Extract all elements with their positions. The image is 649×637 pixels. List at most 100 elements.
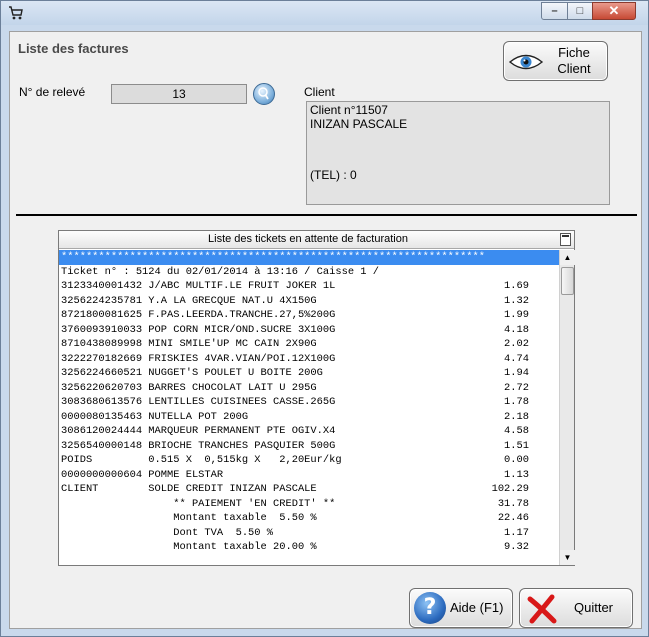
ticket-row-amount: 1.32 [504,294,529,307]
ticket-row-amount: 4.74 [504,352,529,365]
releve-label: N° de relevé [19,85,86,99]
ticket-row[interactable]: 3086120024444 MARQUEUR PERMANENT PTE OGI… [59,424,559,439]
ticket-row-amount: 1.13 [504,468,529,481]
tickets-list-header: Liste des tickets en attente de facturat… [59,231,574,249]
ticket-row[interactable]: Dont TVA 5.50 % 1.17 [59,526,559,541]
ticket-row-text: Dont TVA 5.50 % [61,526,274,539]
scroll-down-icon[interactable]: ▼ [560,550,575,565]
vertical-scrollbar[interactable]: ▲ ▼ [559,250,575,565]
client-label: Client [304,85,335,99]
app-window: – □ ✕ Liste des factures Fiche Client N°… [0,0,649,637]
ticket-row-text: 0000000000604 POMME ELSTAR [61,468,224,481]
ticket-row-amount: 0.00 [504,454,529,466]
ticket-row-amount: 1.94 [504,367,529,379]
title-bar: – □ ✕ [1,1,648,25]
ticket-row[interactable]: 3256224235781 Y.A LA GRECQUE NAT.U 4X150… [59,294,559,309]
ticket-row-amount: 4.58 [504,425,529,437]
maximize-icon: □ [576,5,584,17]
fiche-client-button[interactable]: Fiche Client [503,41,608,81]
releve-field[interactable]: 13 [111,84,247,104]
page-title: Liste des factures [18,41,129,56]
client-number: Client n°11507 [310,103,388,117]
ticket-row[interactable]: ** PAIEMENT 'EN CREDIT' ** 31.78 [59,497,559,512]
quitter-button[interactable]: Quitter [519,588,633,628]
ticket-row[interactable]: 3256540000148 BRIOCHE TRANCHES PASQUIER … [59,439,559,454]
ticket-row-amount: 9.32 [504,541,529,553]
fiche-client-label: Fiche Client [544,45,604,77]
tickets-rows: ****************************************… [59,250,559,565]
ticket-row[interactable]: 3256220620703 BARRES CHOCOLAT LAIT U 295… [59,381,559,396]
ticket-row-text: ****************************************… [61,251,486,263]
maximize-button[interactable]: □ [567,2,593,20]
dialog-body: Liste des factures Fiche Client N° de re… [9,31,642,629]
ticket-row-amount: 1.78 [504,396,529,408]
ticket-row[interactable]: Montant taxable 20.00 % 9.32 [59,540,559,555]
client-info-box: Client n°11507 INIZAN PASCALE (TEL) : 0 [306,101,610,205]
ticket-row[interactable]: 8721800081625 F.PAS.LEERDA.TRANCHE.27,5%… [59,308,559,323]
ticket-row[interactable]: 3083680613576 LENTILLES CUISINEES CASSE.… [59,395,559,410]
ticket-row-amount: 2.02 [504,338,529,350]
ticket-row-text: 3760093910033 POP CORN MICR/OND.SUCRE 3X… [61,323,336,336]
ticket-row[interactable]: 0000000000604 POMME ELSTAR 1.13 [59,468,559,483]
aide-button[interactable]: ? Aide (F1) [409,588,513,628]
fiche-client-label-line1: Fiche [558,45,590,60]
ticket-row-text: ** PAIEMENT 'EN CREDIT' ** [61,497,336,510]
column-picker-icon[interactable] [560,233,571,246]
ticket-row[interactable]: Montant taxable 5.50 % 22.46 [59,511,559,526]
ticket-row-text: Ticket n° : 5124 du 02/01/2014 à 13:16 /… [61,265,380,278]
ticket-row-amount: 4.18 [504,323,529,336]
aide-label: Aide (F1) [450,600,504,615]
ticket-row[interactable]: Ticket n° : 5124 du 02/01/2014 à 13:16 /… [59,265,559,280]
separator-line [16,214,637,216]
cart-icon [9,6,23,20]
ticket-row[interactable]: CLIENT SOLDE CREDIT INIZAN PASCALE 102.29 [59,482,559,497]
ticket-row-amount: 1.99 [504,309,529,321]
ticket-row-text: 3256220620703 BARRES CHOCOLAT LAIT U 295… [61,381,317,394]
ticket-row[interactable]: 3256224660521 NUGGET'S POULET U BOITE 20… [59,366,559,381]
ticket-row[interactable]: 0000080135463 NUTELLA POT 200G 2.18 [59,410,559,425]
client-tel: (TEL) : 0 [310,168,357,182]
ticket-row-amount: 31.78 [497,497,529,510]
magnifier-icon [258,87,269,100]
search-releve-button[interactable] [253,83,275,105]
ticket-row-amount: 2.72 [504,381,529,394]
tickets-list[interactable]: Liste des tickets en attente de facturat… [58,230,575,566]
cross-icon [527,594,557,624]
quitter-label: Quitter [574,600,614,615]
ticket-row-text: 0000080135463 NUTELLA POT 200G [61,410,249,423]
ticket-row[interactable]: 8710438089998 MINI SMILE'UP MC CAIN 2X90… [59,337,559,352]
close-icon: ✕ [608,3,620,18]
ticket-row[interactable]: 3123340001432 J/ABC MULTIF.LE FRUIT JOKE… [59,279,559,294]
ticket-row-text: Montant taxable 5.50 % [61,512,317,524]
ticket-row-amount: 1.51 [504,439,529,452]
ticket-row-text: CLIENT SOLDE CREDIT INIZAN PASCALE [61,483,317,495]
ticket-row-text: 3256224235781 Y.A LA GRECQUE NAT.U 4X150… [61,294,317,307]
ticket-row-amount: 2.18 [504,410,529,423]
client-name: INIZAN PASCALE [310,117,408,131]
ticket-row-amount: 1.69 [504,280,529,292]
scroll-up-icon[interactable]: ▲ [560,250,575,265]
ticket-row-amount: 102.29 [491,483,529,495]
ticket-row-text: 3222270182669 FRISKIES 4VAR.VIAN/POI.12X… [61,352,336,365]
ticket-row-text: POIDS 0.515 X 0,515kg X 2,20Eur/kg [61,454,342,466]
minimize-button[interactable]: – [541,2,568,20]
ticket-row-text: 8710438089998 MINI SMILE'UP MC CAIN 2X90… [61,338,317,350]
ticket-row[interactable]: ****************************************… [59,250,559,265]
ticket-row-text: 3256540000148 BRIOCHE TRANCHES PASQUIER … [61,439,336,452]
tickets-list-header-label: Liste des tickets en attente de facturat… [208,233,408,245]
ticket-row-text: 3123340001432 J/ABC MULTIF.LE FRUIT JOKE… [61,280,336,292]
ticket-row[interactable]: 3760093910033 POP CORN MICR/OND.SUCRE 3X… [59,323,559,338]
help-icon: ? [414,592,446,624]
eye-icon [509,54,543,70]
ticket-row-text: 3083680613576 LENTILLES CUISINEES CASSE.… [61,396,336,408]
close-button[interactable]: ✕ [592,2,636,20]
ticket-row[interactable]: POIDS 0.515 X 0,515kg X 2,20Eur/kg 0.00 [59,453,559,468]
ticket-row-text: 3086120024444 MARQUEUR PERMANENT PTE OGI… [61,425,336,437]
ticket-row-amount: 1.17 [504,526,529,539]
scroll-thumb[interactable] [561,267,574,295]
fiche-client-label-line2: Client [557,61,591,76]
ticket-row[interactable]: 3222270182669 FRISKIES 4VAR.VIAN/POI.12X… [59,352,559,367]
ticket-row-text: 8721800081625 F.PAS.LEERDA.TRANCHE.27,5%… [61,309,336,321]
ticket-row-text: Montant taxable 20.00 % [61,541,317,553]
ticket-row-text: 3256224660521 NUGGET'S POULET U BOITE 20… [61,367,323,379]
